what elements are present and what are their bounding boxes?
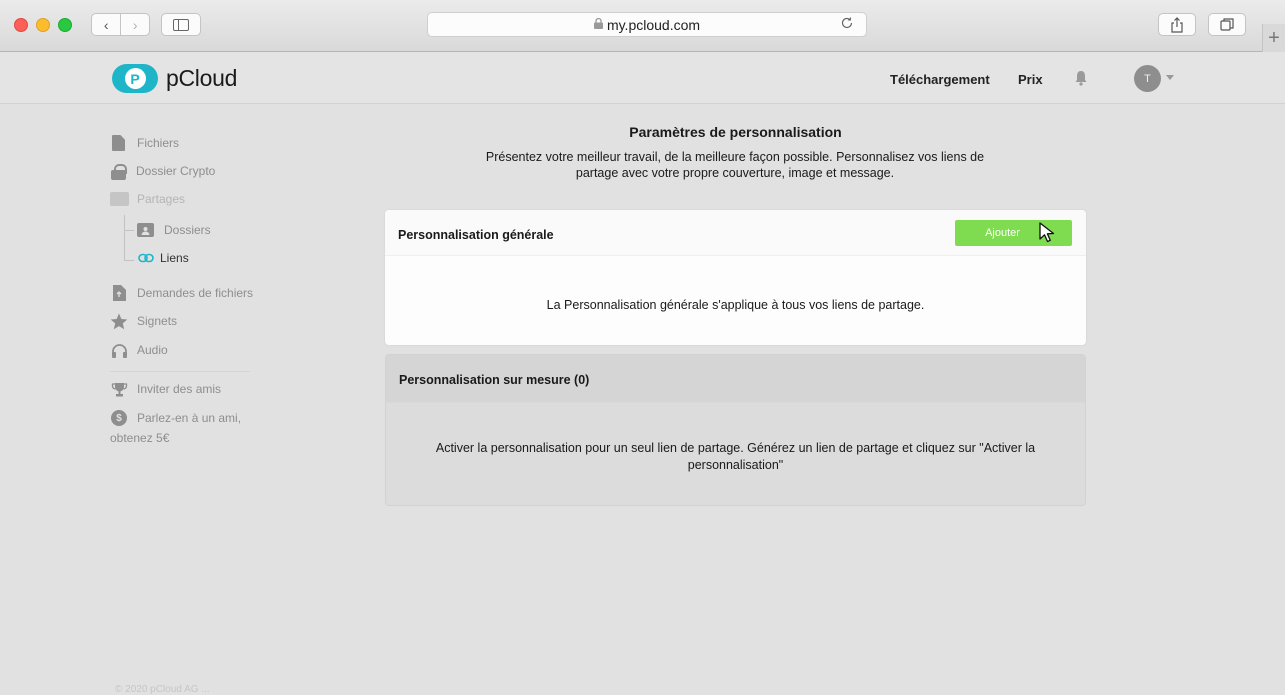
history-nav: ‹ › (91, 13, 150, 36)
tabs-icon (1219, 18, 1234, 31)
sidebar-item-crypto[interactable]: Dossier Crypto (110, 162, 215, 180)
plus-icon: + (1268, 26, 1280, 49)
sidebar-item-refer-friend[interactable]: $ Parlez-en à un ami, (110, 409, 241, 427)
sidebar-item-label: Signets (137, 314, 178, 328)
minimize-window-button[interactable] (36, 18, 50, 32)
mouse-cursor-icon (1039, 222, 1055, 243)
card-title: Personnalisation générale (398, 228, 554, 242)
custom-branding-card: Personnalisation sur mesure (0) Activer … (385, 354, 1086, 506)
star-icon (110, 312, 128, 330)
page-title: Paramètres de personnalisation (629, 124, 842, 140)
general-branding-card: Personnalisation générale Ajouter La Per… (385, 210, 1086, 345)
sidebar-item-label: Inviter des amis (137, 382, 222, 396)
back-button[interactable]: ‹ (92, 14, 120, 35)
lock-icon (593, 17, 603, 32)
sidebar-toggle-button[interactable] (161, 13, 201, 36)
file-request-icon (110, 284, 128, 302)
back-icon: ‹ (103, 16, 109, 33)
notifications-bell-icon[interactable] (1074, 70, 1092, 88)
forward-button[interactable]: › (120, 14, 149, 35)
browser-toolbar: ‹ › my.pcloud.com + (0, 0, 1285, 52)
logo-letter: P (124, 68, 146, 89)
sidebar-item-label: Fichiers (137, 136, 180, 150)
new-tab-button[interactable]: + (1262, 24, 1285, 52)
tree-connector (124, 215, 125, 261)
chevron-down-icon[interactable] (1166, 75, 1174, 80)
sidebar-item-label: Dossiers (164, 223, 211, 237)
download-link[interactable]: Téléchargement (890, 72, 990, 87)
add-button-label: Ajouter (985, 227, 1020, 239)
sidebar-item-label: Parlez-en à un ami, (137, 411, 242, 425)
tree-connector (124, 230, 134, 231)
page-subtitle: Présentez votre meilleur travail, de la … (485, 150, 985, 180)
sidebar-item-shares[interactable]: Partages (110, 190, 185, 208)
sidebar-item-invite-friends[interactable]: Inviter des amis (110, 380, 221, 398)
user-folder-icon (137, 223, 154, 237)
sidebar-item-shared-links[interactable]: Liens (137, 249, 189, 267)
sidebar-item-files[interactable]: Fichiers (110, 134, 179, 152)
cloud-logo-icon: P (112, 64, 158, 93)
sidebar-item-shared-folders[interactable]: Dossiers (137, 221, 211, 239)
user-avatar[interactable]: T (1134, 65, 1161, 92)
zoom-window-button[interactable] (58, 18, 72, 32)
card-header: Personnalisation sur mesure (0) (386, 355, 1085, 403)
file-icon (112, 135, 125, 151)
url-text: my.pcloud.com (606, 16, 701, 33)
reload-icon (841, 17, 853, 29)
sidebar-item-file-requests[interactable]: Demandes de fichiers (110, 284, 253, 302)
app-header: P pCloud Téléchargement Prix T (0, 52, 1285, 104)
sidebar-item-label: Dossier Crypto (136, 164, 216, 178)
sidebar-icon (173, 18, 189, 31)
forward-icon: › (132, 16, 138, 33)
sidebar-item-label: Liens (160, 251, 189, 265)
close-window-button[interactable] (14, 18, 28, 32)
share-icon (1171, 16, 1183, 33)
address-bar[interactable]: my.pcloud.com (427, 12, 867, 37)
logo-text: pCloud (166, 65, 238, 91)
refer-reward-text: obtenez 5€ (110, 431, 170, 445)
card-header: Personnalisation générale Ajouter (385, 210, 1086, 256)
link-icon (137, 249, 155, 267)
tree-connector (124, 260, 134, 261)
card-description: La Personnalisation générale s'applique … (546, 298, 925, 312)
show-tabs-button[interactable] (1208, 13, 1246, 36)
headphones-icon (110, 341, 128, 359)
lock-icon (111, 163, 127, 180)
dollar-coin-icon: $ (111, 410, 127, 426)
sidebar-item-label: Demandes de fichiers (137, 286, 254, 300)
sidebar-divider (110, 371, 250, 372)
sidebar-item-label: Audio (137, 343, 168, 357)
sidebar-item-bookmarks[interactable]: Signets (110, 312, 177, 330)
shared-folder-icon (110, 192, 129, 206)
reload-button[interactable] (840, 16, 854, 34)
pcloud-logo[interactable]: P pCloud (112, 64, 237, 93)
copyright-footer: © 2020 pCloud AG ... (115, 684, 210, 695)
card-description: Activer la personnalisation pour un seul… (435, 441, 1036, 472)
sidebar-item-audio[interactable]: Audio (110, 341, 168, 359)
share-button[interactable] (1158, 13, 1196, 36)
sidebar-item-label: Partages (137, 192, 186, 206)
pricing-link[interactable]: Prix (1018, 72, 1043, 87)
trophy-icon (110, 380, 128, 398)
card-title: Personnalisation sur mesure (0) (399, 373, 590, 387)
